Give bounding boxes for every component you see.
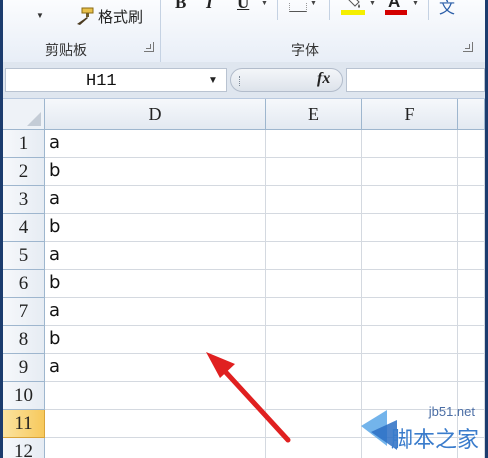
annotation-arrow [206, 352, 291, 443]
watermark-name: 脚本之家 [390, 428, 479, 453]
watermark: jb51.net 脚本之家 [351, 398, 483, 456]
arrow-shaft [218, 364, 291, 443]
watermark-url: jb51.net [428, 404, 475, 419]
app-window: ▼ 格式刷 剪贴板 B I U ▼ ▼ ▼ A ▼ 文 字体 H11 ▼ fx … [3, 0, 485, 458]
